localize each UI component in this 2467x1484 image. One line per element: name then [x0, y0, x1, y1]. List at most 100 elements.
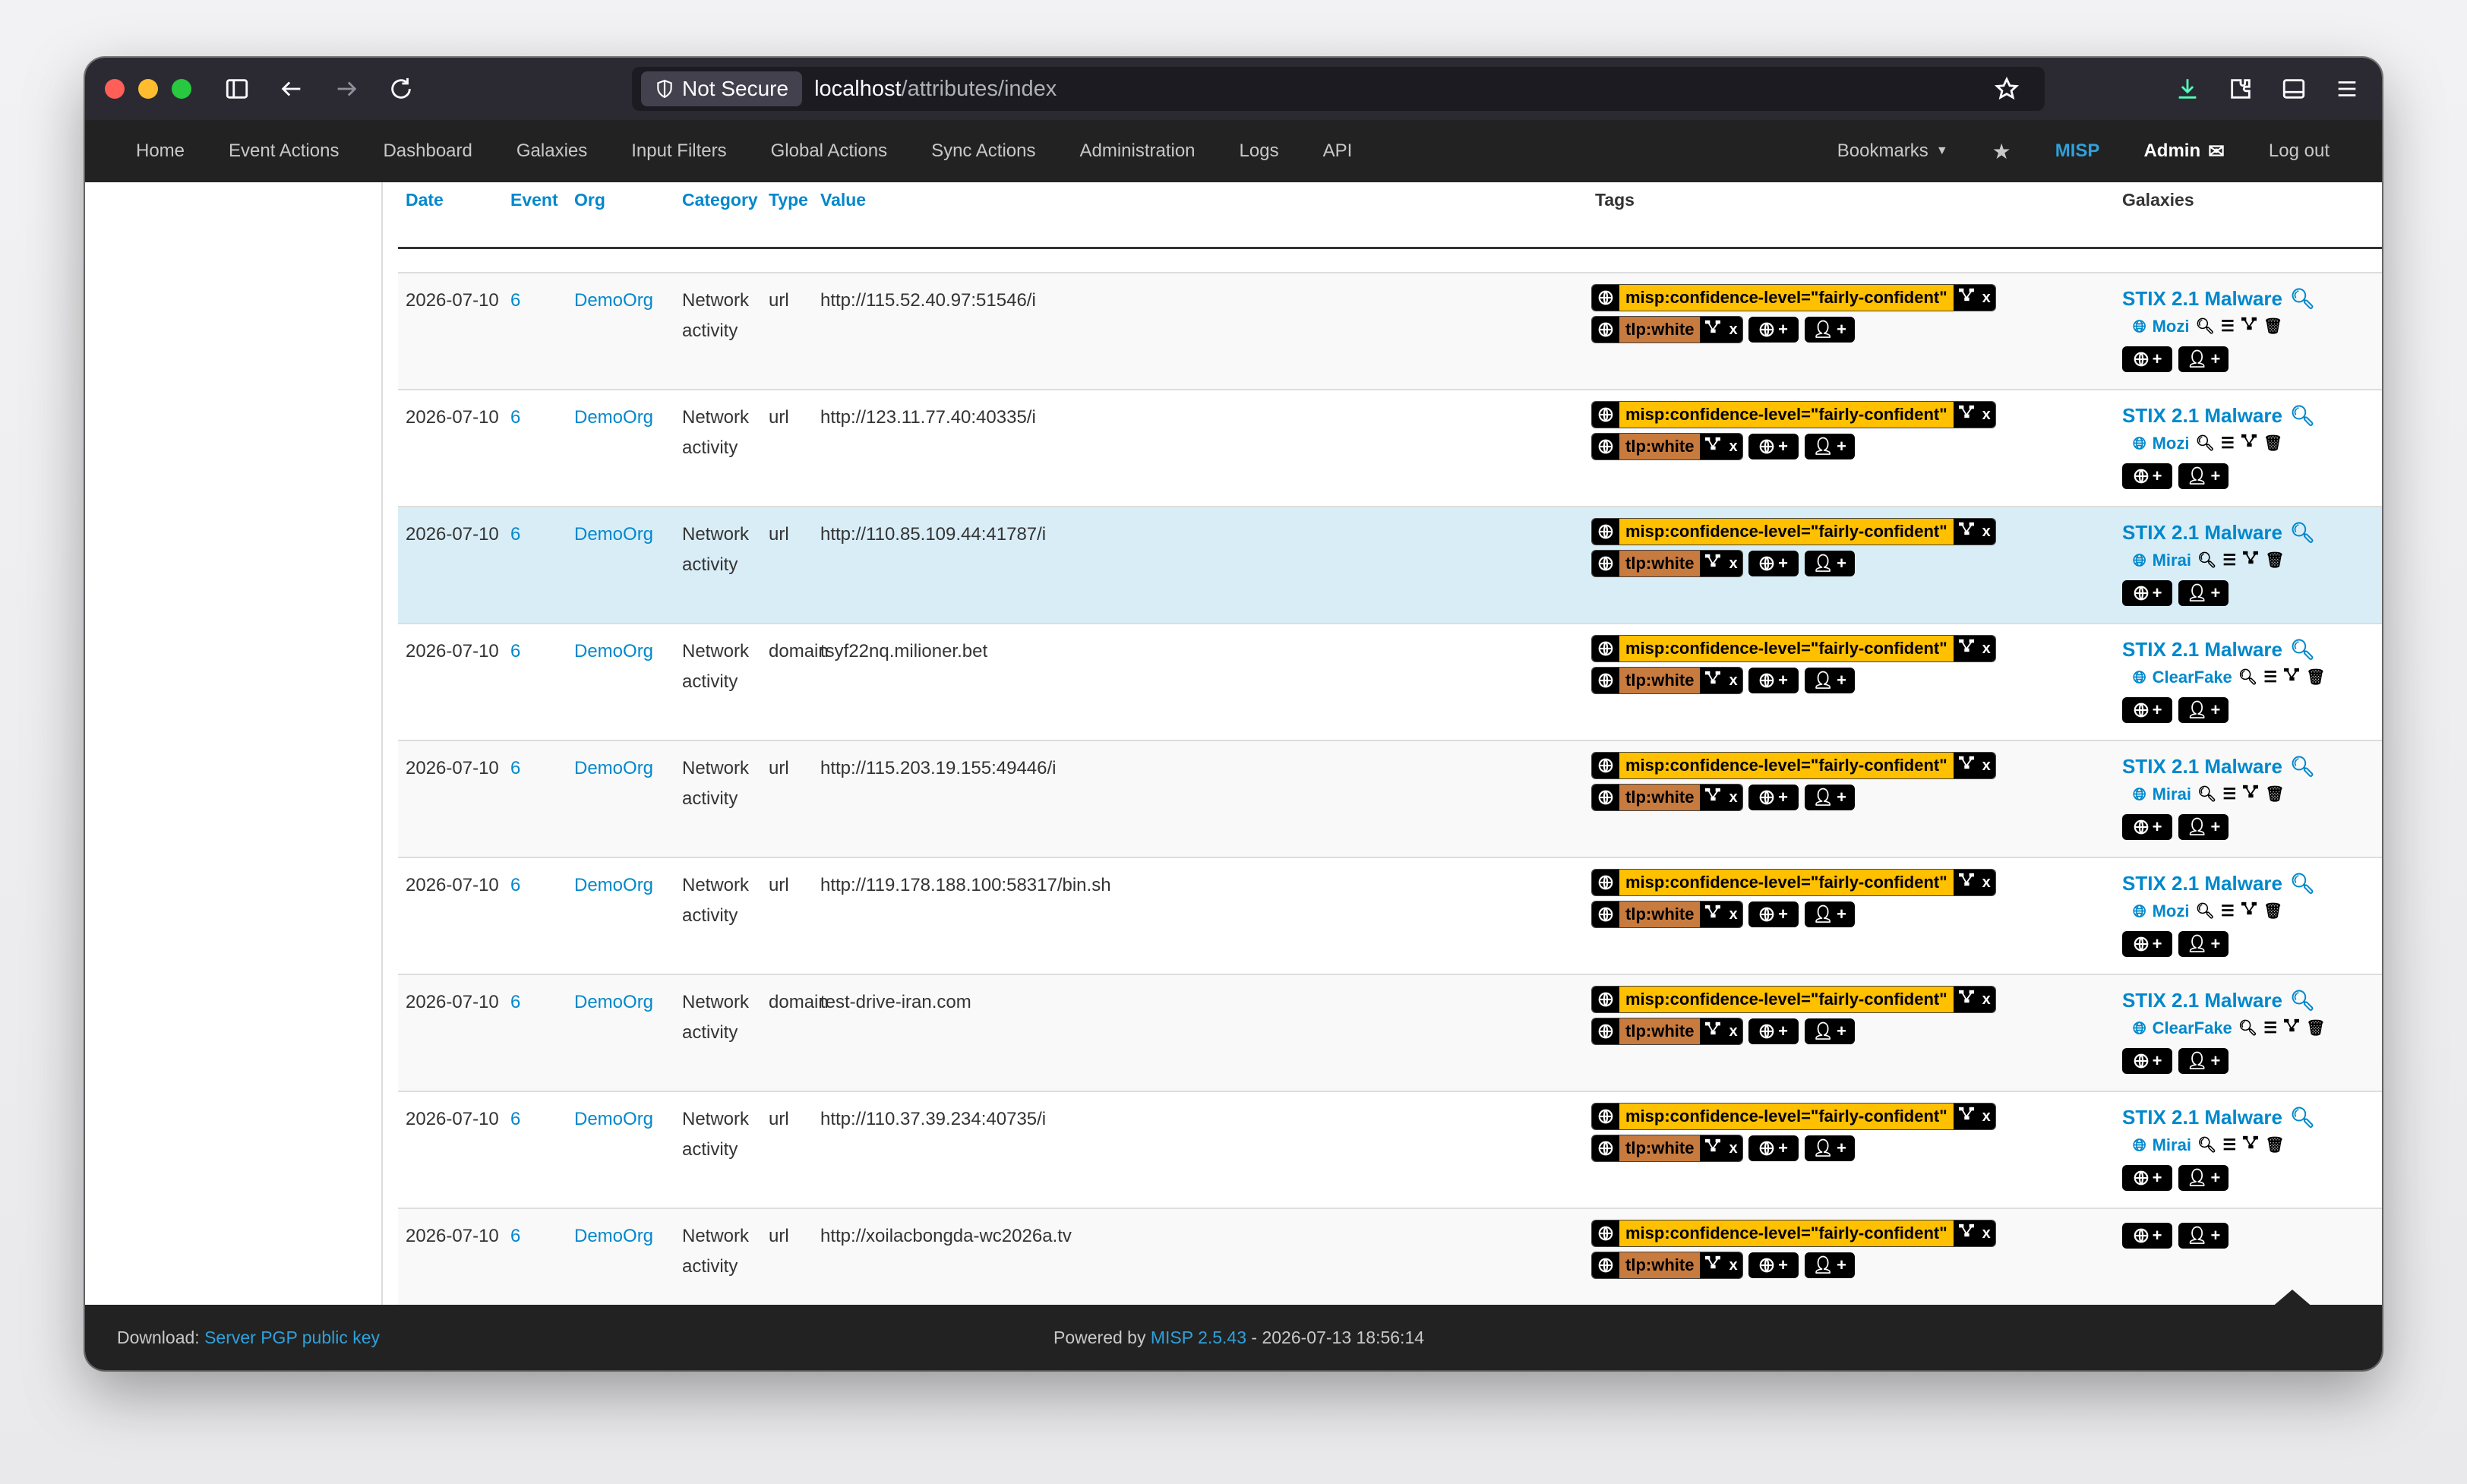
misp-version-link[interactable]: MISP 2.5.43	[1151, 1328, 1246, 1347]
nav-logs[interactable]: Logs	[1218, 141, 1301, 162]
remove-tag-icon[interactable]: x	[1729, 785, 1737, 810]
tag-confidence[interactable]: misp:confidence-level="fairly-confident"…	[1592, 636, 1995, 661]
trash-icon[interactable]: 🗑︎	[2265, 1130, 2284, 1160]
list-icon[interactable]: ☰	[2221, 311, 2235, 342]
tag-tlp[interactable]: tlp:white x	[1592, 901, 1742, 927]
cell-value[interactable]: http://110.37.39.234:40735/i	[820, 1104, 1046, 1135]
list-icon[interactable]: ☰	[2222, 779, 2236, 810]
cell-org-link[interactable]: DemoOrg	[574, 870, 653, 901]
add-global-galaxy-button[interactable]: +	[2122, 463, 2172, 489]
search-icon[interactable]: 🔍︎	[2290, 751, 2315, 781]
close-window-button[interactable]	[105, 79, 125, 99]
cell-value[interactable]: http://110.85.109.44:41787/i	[820, 519, 1046, 550]
tag-confidence[interactable]: misp:confidence-level="fairly-confident"…	[1592, 1104, 1995, 1129]
list-icon[interactable]: ☰	[2222, 545, 2236, 576]
search-icon[interactable]: 🔍︎	[2197, 779, 2216, 810]
search-icon[interactable]: 🔍︎	[2290, 283, 2315, 314]
nav-input-filters[interactable]: Input Filters	[609, 141, 748, 162]
add-global-galaxy-button[interactable]: +	[2122, 697, 2172, 723]
remove-tag-icon[interactable]: x	[1729, 901, 1737, 927]
galaxy-title-link[interactable]: STIX 2.1 Malware 🔍︎	[2122, 986, 2326, 1015]
tag-tlp[interactable]: tlp:white x	[1592, 668, 1742, 693]
remove-tag-icon[interactable]: x	[1982, 1104, 1991, 1129]
address-bar[interactable]: Not Secure localhost/attributes/index	[632, 67, 2045, 111]
nav-global-actions[interactable]: Global Actions	[749, 141, 909, 162]
relationship-icon[interactable]	[1958, 402, 1975, 428]
search-icon[interactable]: 🔍︎	[2290, 517, 2315, 548]
add-global-galaxy-button[interactable]: +	[2122, 931, 2172, 957]
remove-tag-icon[interactable]: x	[1982, 987, 1991, 1012]
relationship-icon[interactable]	[1704, 434, 1721, 459]
relationship-icon[interactable]	[1704, 1135, 1721, 1161]
add-local-galaxy-button[interactable]: 👤︎ +	[2178, 1048, 2229, 1074]
add-local-tag-button[interactable]: 👤︎ +	[1804, 1018, 1855, 1044]
back-arrow-icon[interactable]	[269, 66, 314, 112]
relationship-icon[interactable]	[2283, 1013, 2300, 1044]
add-global-tag-button[interactable]: +	[1748, 434, 1799, 459]
add-local-tag-button[interactable]: 👤︎ +	[1804, 1252, 1855, 1278]
header-type[interactable]: Type	[769, 190, 808, 210]
relationship-icon[interactable]	[1958, 636, 1975, 661]
pgp-key-link[interactable]: Server PGP public key	[204, 1328, 380, 1347]
tag-confidence[interactable]: misp:confidence-level="fairly-confident"…	[1592, 519, 1995, 545]
misp-brand-link[interactable]: MISP	[2033, 141, 2122, 162]
favourite-star-icon[interactable]: ★	[1970, 139, 2033, 164]
trash-icon[interactable]: 🗑︎	[2263, 896, 2282, 927]
remove-tag-icon[interactable]: x	[1982, 1220, 1991, 1246]
remove-tag-icon[interactable]: x	[1729, 1018, 1737, 1044]
add-global-tag-button[interactable]: +	[1748, 785, 1799, 810]
add-global-tag-button[interactable]: +	[1748, 1018, 1799, 1044]
trash-icon[interactable]: 🗑︎	[2263, 428, 2282, 459]
cell-org-link[interactable]: DemoOrg	[574, 519, 653, 550]
search-icon[interactable]: 🔍︎	[2290, 400, 2315, 431]
trash-icon[interactable]: 🗑︎	[2265, 779, 2284, 810]
search-icon[interactable]: 🔍︎	[2290, 985, 2315, 1015]
relationship-icon[interactable]	[1958, 285, 1975, 311]
trash-icon[interactable]: 🗑︎	[2263, 311, 2282, 342]
tag-tlp[interactable]: tlp:white x	[1592, 1252, 1742, 1278]
cell-value[interactable]: test-drive-iran.com	[820, 987, 971, 1018]
relationship-icon[interactable]	[1704, 668, 1721, 693]
remove-tag-icon[interactable]: x	[1982, 870, 1991, 895]
add-global-tag-button[interactable]: +	[1748, 1135, 1799, 1161]
galaxy-cluster-name[interactable]: Mirai	[2153, 545, 2191, 576]
add-local-tag-button[interactable]: 👤︎ +	[1804, 1135, 1855, 1161]
add-global-tag-button[interactable]: +	[1748, 901, 1799, 927]
header-org[interactable]: Org	[574, 190, 605, 210]
relationship-icon[interactable]	[1704, 317, 1721, 343]
remove-tag-icon[interactable]: x	[1982, 285, 1991, 311]
add-global-galaxy-button[interactable]: +	[2122, 1223, 2172, 1249]
remove-tag-icon[interactable]: x	[1729, 317, 1737, 343]
relationship-icon[interactable]	[1704, 785, 1721, 810]
add-global-tag-button[interactable]: +	[1748, 1252, 1799, 1278]
trash-icon[interactable]: 🗑︎	[2265, 545, 2284, 576]
relationship-icon[interactable]	[1704, 551, 1721, 576]
header-date[interactable]: Date	[406, 190, 444, 210]
forward-arrow-icon[interactable]	[324, 66, 369, 112]
tag-confidence[interactable]: misp:confidence-level="fairly-confident"…	[1592, 987, 1995, 1012]
add-local-tag-button[interactable]: 👤︎ +	[1804, 901, 1855, 927]
galaxy-cluster-name[interactable]: ClearFake	[2153, 1013, 2232, 1044]
tag-tlp[interactable]: tlp:white x	[1592, 1018, 1742, 1044]
galaxy-cluster-name[interactable]: Mozi	[2153, 311, 2190, 342]
header-value[interactable]: Value	[820, 190, 866, 210]
list-icon[interactable]: ☰	[2263, 662, 2277, 693]
list-icon[interactable]: ☰	[2222, 1130, 2236, 1160]
search-icon[interactable]: 🔍︎	[2197, 545, 2216, 576]
add-local-galaxy-button[interactable]: 👤︎ +	[2178, 814, 2229, 840]
maximize-window-button[interactable]	[172, 79, 191, 99]
bookmarks-dropdown[interactable]: Bookmarks ▼	[1815, 141, 1970, 162]
cell-org-link[interactable]: DemoOrg	[574, 286, 653, 316]
tag-confidence[interactable]: misp:confidence-level="fairly-confident"…	[1592, 1220, 1995, 1246]
remove-tag-icon[interactable]: x	[1982, 519, 1991, 545]
galaxy-title-link[interactable]: STIX 2.1 Malware 🔍︎	[2122, 752, 2315, 781]
add-local-galaxy-button[interactable]: 👤︎ +	[2178, 697, 2229, 723]
add-local-galaxy-button[interactable]: 👤︎ +	[2178, 580, 2229, 606]
galaxy-title-link[interactable]: STIX 2.1 Malware 🔍︎	[2122, 518, 2315, 547]
trash-icon[interactable]: 🗑︎	[2306, 1013, 2325, 1044]
add-global-galaxy-button[interactable]: +	[2122, 580, 2172, 606]
cell-event-link[interactable]: 6	[510, 1104, 520, 1135]
add-local-tag-button[interactable]: 👤︎ +	[1804, 668, 1855, 693]
add-local-tag-button[interactable]: 👤︎ +	[1804, 785, 1855, 810]
relationship-icon[interactable]	[2242, 1130, 2259, 1160]
